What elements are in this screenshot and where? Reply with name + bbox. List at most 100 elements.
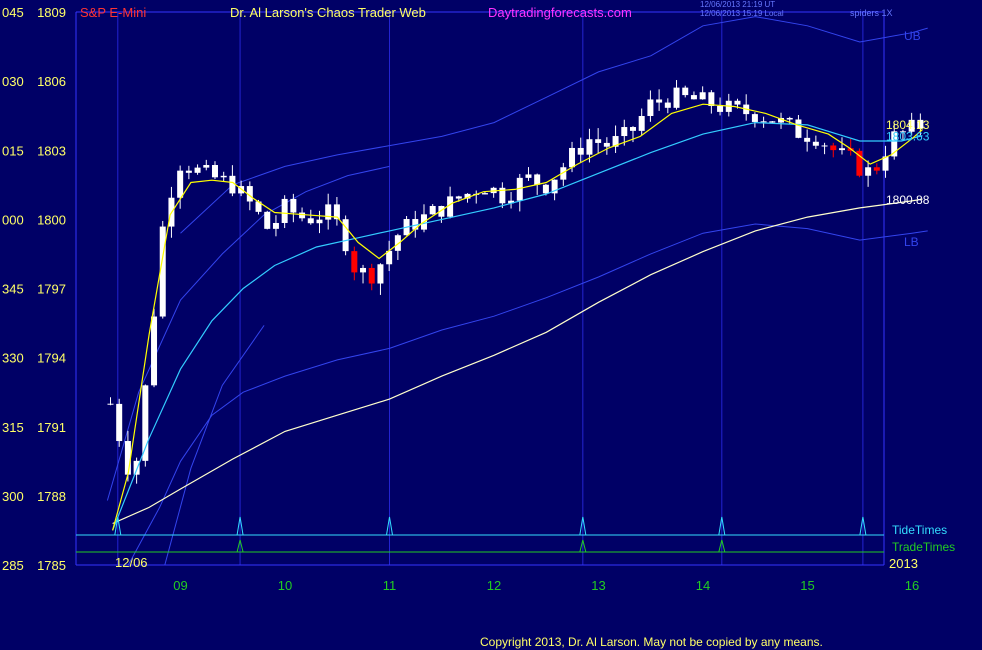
candle-body [865, 167, 872, 176]
band-upper-label: UB [904, 29, 921, 43]
candle-body [151, 316, 158, 386]
candle-body [812, 141, 819, 146]
candle-body [211, 165, 218, 178]
year-label: 2013 [889, 556, 918, 571]
trade-times-label: TradeTimes [892, 540, 955, 554]
candle-body [534, 174, 541, 185]
candle-body [734, 100, 741, 105]
x-tick-label: 14 [696, 578, 710, 593]
candle-body [220, 175, 227, 178]
y-tick-right: 1800 [37, 212, 66, 227]
y-tick-left: 045 [2, 5, 24, 20]
band-lower-label: LB [904, 235, 919, 249]
candle-body [690, 95, 697, 100]
y-tick-left: 015 [2, 143, 24, 158]
candle-body [569, 147, 576, 168]
candle-body [429, 205, 436, 215]
candle-body [325, 204, 332, 220]
candle-body [838, 148, 845, 151]
last-ema-mid-label: 1803.63 [886, 130, 930, 144]
candle-body [804, 137, 811, 142]
candle-body [316, 219, 323, 224]
candle-body [656, 99, 663, 103]
candle-body [708, 92, 715, 107]
candle-body [281, 198, 288, 223]
last-ema-slow-label: 1800.88 [886, 193, 930, 207]
header-symbol: S&P E-Mini [80, 5, 146, 20]
candle-body [351, 251, 358, 273]
candle-body [621, 127, 628, 137]
candle-body [769, 121, 776, 123]
candle-body [603, 142, 610, 147]
candle-body [717, 106, 724, 112]
candle-body [795, 119, 802, 138]
y-tick-left: 285 [2, 558, 24, 573]
y-tick-right: 1809 [37, 5, 66, 20]
candle-body [673, 87, 680, 108]
candle-body [203, 165, 210, 168]
candle-body [760, 121, 767, 123]
band-inner-line [164, 325, 265, 566]
y-tick-right: 1788 [37, 489, 66, 504]
candle-body [873, 167, 880, 171]
ema-slow-line [112, 198, 923, 525]
candle-body [299, 212, 306, 219]
candle-body [699, 92, 706, 100]
candle-body [360, 267, 367, 273]
candle-body [290, 198, 297, 213]
candle-body [272, 222, 279, 229]
candle-body [368, 267, 375, 284]
y-tick-left: 300 [2, 489, 24, 504]
header-site-title: Dr. Al Larson's Chaos Trader Web [230, 5, 426, 20]
candle-body [577, 147, 584, 155]
y-tick-left: 030 [2, 74, 24, 89]
candle-body [682, 87, 689, 96]
x-tick-label: 11 [383, 578, 397, 593]
tide-times-label: TideTimes [892, 523, 947, 537]
candle-body [595, 139, 602, 143]
x-tick-label: 15 [800, 578, 814, 593]
header-stamp-local: 12/06/2013 15:19 Local [700, 9, 784, 18]
y-tick-left: 330 [2, 351, 24, 366]
candle-body [786, 117, 793, 120]
candle-body [751, 114, 758, 122]
candle-body [185, 170, 192, 173]
y-tick-left: 345 [2, 282, 24, 297]
candle-body [481, 193, 488, 195]
candle-body [116, 403, 123, 442]
candle-body [264, 211, 271, 229]
header-site-url: Daytradingforecasts.com [488, 5, 632, 20]
band-lower-line [127, 223, 928, 566]
y-tick-left: 000 [2, 212, 24, 227]
x-tick-label: 16 [905, 578, 919, 593]
candle-body [525, 174, 532, 178]
candle-body [821, 145, 828, 147]
x-tick-label: 10 [278, 578, 292, 593]
footer-copyright: Copyright 2013, Dr. Al Larson. May not b… [480, 635, 823, 649]
x-tick-label: 13 [591, 578, 605, 593]
y-tick-right: 1803 [37, 143, 66, 158]
candle-body [377, 264, 384, 284]
candle-body [830, 145, 837, 151]
chart-window: 285 1785 300 1788 315 1791 330 1794 345 1797 000 18… [0, 0, 982, 650]
candle-body [638, 116, 645, 131]
y-tick-right: 1791 [37, 420, 66, 435]
candle-body [664, 102, 671, 108]
candle-body [229, 175, 236, 194]
y-tick-right: 1785 [37, 558, 66, 573]
candle-body [647, 99, 654, 117]
header-stamp-utc: 12/06/2013 21:19 UT [700, 0, 775, 9]
candle-body [542, 184, 549, 194]
y-tick-right: 1794 [37, 351, 66, 366]
y-tick-right: 1797 [37, 282, 66, 297]
candle-body [586, 139, 593, 155]
price-chart: 285 1785 300 1788 315 1791 330 1794 345 1797 000 18… [2, 0, 955, 649]
x-tick-label: 12 [487, 578, 501, 593]
candle-body [455, 196, 462, 199]
candle-body [629, 127, 636, 131]
x-tick-label: 09 [173, 578, 187, 593]
candle-body [177, 170, 184, 198]
date-start-label: 12/06 [115, 555, 148, 570]
y-tick-left: 315 [2, 420, 24, 435]
ema-fast-line [112, 103, 923, 531]
